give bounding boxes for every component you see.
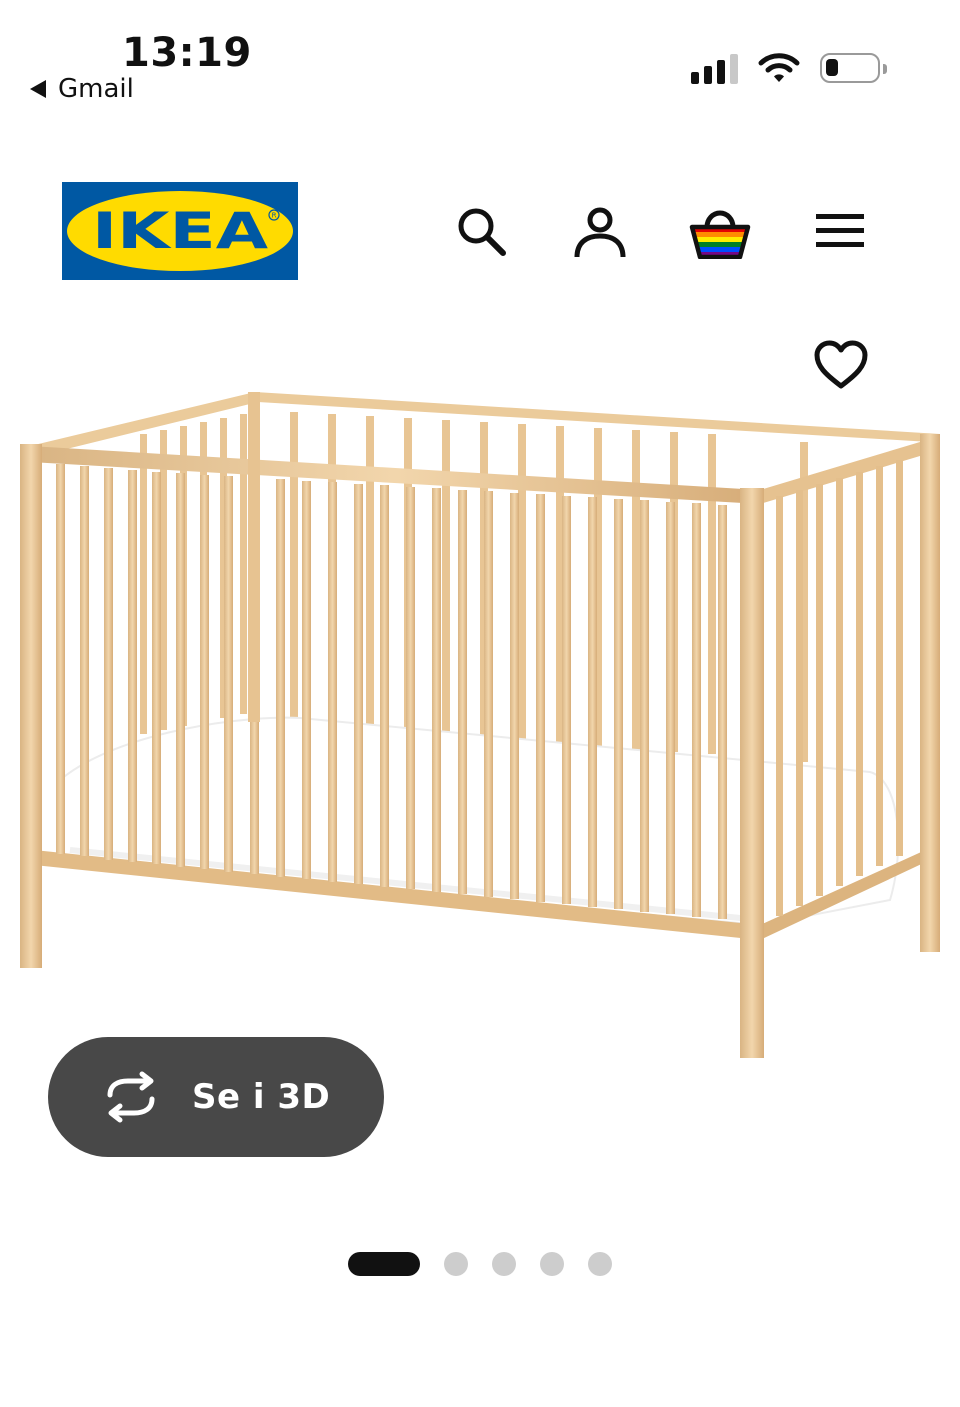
menu-button[interactable] [805, 196, 875, 266]
back-to-app[interactable]: Gmail [30, 74, 134, 104]
rotate-3d-icon [107, 1071, 155, 1123]
search-button[interactable] [446, 196, 516, 266]
search-icon [458, 208, 506, 256]
account-icon [574, 207, 626, 258]
cellular-signal-icon [691, 52, 738, 84]
shopping-bag-icon [689, 210, 751, 259]
view-3d-button[interactable]: Se i 3D [48, 1037, 384, 1157]
battery-icon [820, 53, 887, 83]
logo-text: IKEA [92, 202, 268, 260]
product-image[interactable] [0, 380, 960, 1080]
carousel-dot-2[interactable] [444, 1252, 468, 1276]
wifi-icon [758, 53, 800, 82]
account-button[interactable] [565, 196, 635, 266]
status-time: 13:19 [122, 30, 252, 76]
header-actions [446, 196, 876, 266]
view-3d-label: Se i 3D [192, 1077, 331, 1117]
back-app-label: Gmail [58, 74, 134, 104]
carousel-dot-1[interactable] [348, 1252, 420, 1276]
back-arrow-icon [30, 80, 46, 98]
heart-icon [814, 340, 868, 389]
wishlist-button[interactable] [806, 330, 876, 400]
carousel-indicator [348, 1252, 612, 1276]
shopping-bag-button[interactable] [685, 196, 755, 266]
status-icons [691, 52, 887, 84]
svg-text:R: R [272, 212, 277, 220]
menu-icon [816, 214, 864, 247]
carousel-dot-5[interactable] [588, 1252, 612, 1276]
carousel-dot-3[interactable] [492, 1252, 516, 1276]
carousel-dot-4[interactable] [540, 1252, 564, 1276]
ikea-logo[interactable]: IKEA R [62, 182, 298, 280]
